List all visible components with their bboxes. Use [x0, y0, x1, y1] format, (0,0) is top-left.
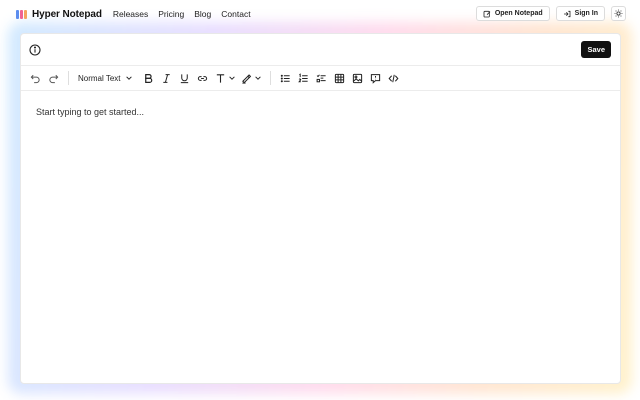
theme-toggle-button[interactable]	[611, 6, 626, 21]
sign-in-icon	[563, 10, 571, 17]
bold-icon[interactable]	[142, 72, 155, 85]
top-nav: Hyper Notepad Releases Pricing Blog Cont…	[0, 0, 640, 28]
sun-icon	[614, 9, 623, 18]
nav-link-blog[interactable]: Blog	[194, 9, 211, 19]
redo-icon[interactable]	[47, 72, 60, 85]
highlight-dropdown[interactable]	[240, 72, 262, 85]
bullet-list-icon[interactable]	[279, 72, 292, 85]
checklist-icon[interactable]	[315, 72, 328, 85]
editor-toolbar: Normal Text	[21, 66, 620, 91]
numbered-list-icon[interactable]	[297, 72, 310, 85]
image-icon[interactable]	[351, 72, 364, 85]
undo-icon[interactable]	[29, 72, 42, 85]
save-button[interactable]: Save	[581, 41, 611, 58]
code-icon[interactable]	[387, 72, 400, 85]
logo[interactable]: Hyper Notepad	[16, 9, 102, 20]
toolbar-divider	[269, 71, 271, 85]
brand-name: Hyper Notepad	[32, 8, 102, 20]
chevron-down-icon	[125, 76, 132, 80]
info-icon[interactable]	[29, 44, 41, 56]
comment-icon[interactable]	[369, 72, 382, 85]
logo-mark-icon	[16, 9, 27, 19]
nav-link-contact[interactable]: Contact	[221, 9, 250, 19]
open-notepad-label: Open Notepad	[494, 10, 543, 17]
chevron-down-icon	[254, 76, 261, 80]
table-icon[interactable]	[333, 72, 346, 85]
highlight-icon	[240, 72, 253, 85]
nav-link-pricing[interactable]: Pricing	[158, 9, 184, 19]
nav-link-releases[interactable]: Releases	[113, 9, 148, 19]
underline-icon[interactable]	[178, 72, 191, 85]
text-color-icon	[214, 72, 227, 85]
editor-header: Save	[21, 34, 620, 66]
editor-card: Save Normal Text Start typing to get sta…	[20, 33, 621, 384]
sign-in-label: Sign In	[574, 10, 598, 17]
editor-placeholder: Start typing to get started...	[36, 107, 145, 117]
edit-icon	[483, 10, 491, 17]
italic-icon[interactable]	[160, 72, 173, 85]
sign-in-button[interactable]: Sign In	[555, 6, 605, 21]
open-notepad-button[interactable]: Open Notepad	[475, 6, 550, 21]
editor-content[interactable]: Start typing to get started...	[21, 91, 620, 133]
nav-links: Releases Pricing Blog Contact	[113, 9, 251, 19]
chevron-down-icon	[228, 76, 235, 80]
text-style-dropdown[interactable]: Normal Text	[78, 74, 133, 83]
link-icon[interactable]	[196, 72, 209, 85]
text-color-dropdown[interactable]	[214, 72, 236, 85]
toolbar-divider	[68, 71, 69, 85]
text-style-label: Normal Text	[78, 73, 121, 83]
nav-actions: Open Notepad Sign In	[475, 6, 626, 21]
